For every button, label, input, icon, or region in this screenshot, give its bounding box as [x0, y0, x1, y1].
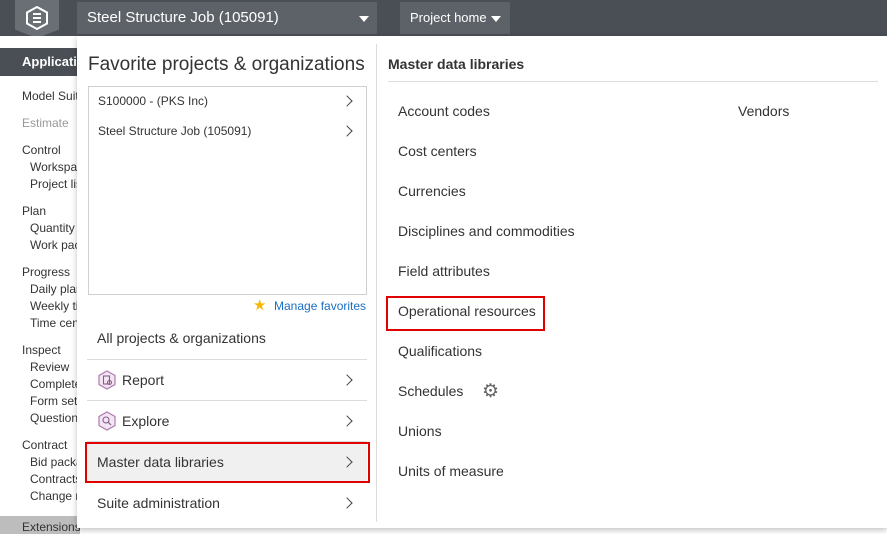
- caret-down-icon: [491, 16, 501, 22]
- app-logo[interactable]: [15, 0, 59, 38]
- caret-down-icon: [359, 16, 369, 22]
- menu-item-report[interactable]: Report: [87, 359, 367, 399]
- star-icon: ★: [253, 297, 267, 314]
- chevron-right-icon: [341, 497, 353, 509]
- library-item-units-of-measure[interactable]: Units of measure: [398, 463, 504, 479]
- project-selector-label: Steel Structure Job (105091): [87, 9, 279, 26]
- library-item-unions[interactable]: Unions: [398, 423, 442, 439]
- menu-item-label: Report: [122, 372, 165, 388]
- library-item-qualifications[interactable]: Qualifications: [398, 343, 482, 359]
- sidebar-item-estimate[interactable]: Estimate: [22, 116, 69, 130]
- project-selector[interactable]: Steel Structure Job (105091): [77, 2, 377, 34]
- panel-divider: [376, 44, 377, 522]
- sidebar-item-daily-plan[interactable]: Daily plan: [30, 282, 83, 296]
- explore-icon: [98, 411, 116, 431]
- library-item-currencies[interactable]: Currencies: [398, 183, 466, 199]
- sidebar-section-inspect: Inspect: [22, 343, 61, 357]
- extensions-header[interactable]: Extensions: [0, 516, 80, 534]
- library-item-cost-centers[interactable]: Cost centers: [398, 143, 477, 159]
- chevron-right-icon: [341, 415, 353, 427]
- gear-icon[interactable]: ⚙: [482, 382, 499, 401]
- menu-item-label: Explore: [122, 413, 170, 429]
- chevron-right-icon: [341, 374, 353, 386]
- library-item-vendors[interactable]: Vendors: [738, 103, 789, 119]
- menu-item-explore[interactable]: Explore: [87, 400, 367, 440]
- sidebar-item-complete[interactable]: Complete: [30, 377, 81, 391]
- favorite-item[interactable]: S100000 - (PKS Inc): [98, 94, 208, 108]
- favorites-title: Favorite projects & organizations: [88, 54, 365, 75]
- sidebar-section-control: Control: [22, 143, 61, 157]
- sidebar-item-contracts[interactable]: Contracts: [30, 472, 81, 486]
- report-icon: [98, 370, 116, 390]
- applications-header[interactable]: Applications: [0, 48, 80, 76]
- sidebar-item-questions[interactable]: Questions: [30, 411, 84, 425]
- library-item-disciplines[interactable]: Disciplines and commodities: [398, 223, 575, 239]
- menu-item-label: Suite administration: [97, 495, 220, 511]
- logo-icon: [26, 6, 48, 30]
- highlight-master-data: [85, 442, 370, 483]
- library-item-field-attributes[interactable]: Field attributes: [398, 263, 490, 279]
- library-item-schedules[interactable]: Schedules: [398, 383, 463, 399]
- sidebar-item-review[interactable]: Review: [30, 360, 69, 374]
- all-projects-link[interactable]: All projects & organizations: [97, 330, 266, 346]
- menu-item-suite-administration[interactable]: Suite administration: [87, 482, 367, 522]
- sidebar-section-contract: Contract: [22, 438, 68, 452]
- master-data-rule: [388, 81, 878, 82]
- favorite-item[interactable]: Steel Structure Job (105091): [98, 124, 251, 138]
- project-home-label: Project home: [410, 10, 487, 25]
- highlight-operational-resources: [386, 296, 545, 331]
- sidebar-item-model-suite[interactable]: Model Suite: [22, 89, 85, 103]
- sidebar-section-plan: Plan: [22, 204, 47, 218]
- sidebar-section-progress: Progress: [22, 265, 71, 279]
- library-item-account-codes[interactable]: Account codes: [398, 103, 490, 119]
- master-data-title: Master data libraries: [388, 56, 525, 72]
- top-bar: Steel Structure Job (105091) Project hom…: [0, 0, 887, 38]
- favorites-list: [88, 86, 367, 295]
- sidebar-item-quantity[interactable]: Quantity: [30, 221, 75, 235]
- project-home-selector[interactable]: Project home: [400, 2, 510, 34]
- manage-favorites-link[interactable]: Manage favorites: [274, 299, 366, 313]
